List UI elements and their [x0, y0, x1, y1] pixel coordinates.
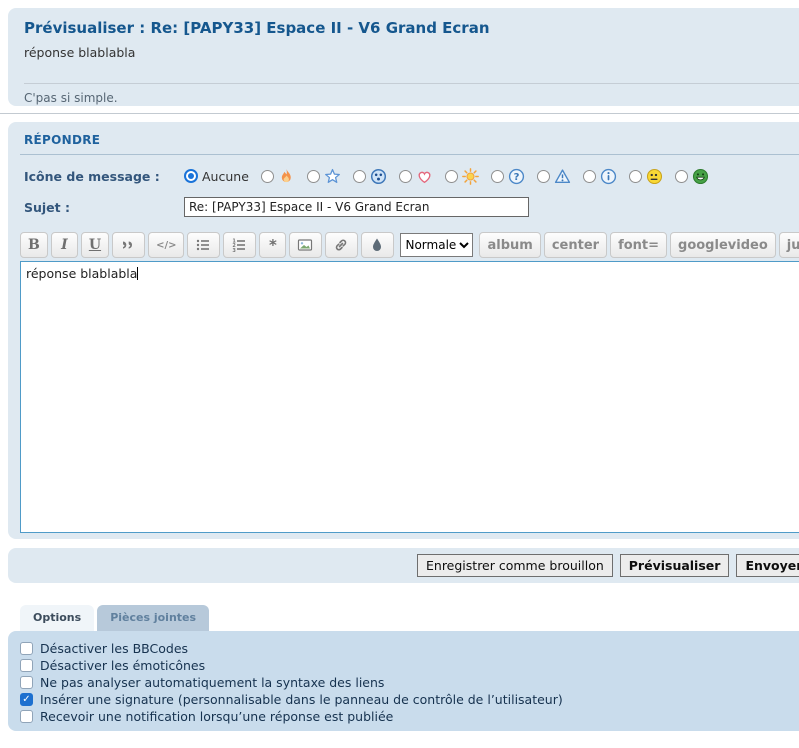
- ordered-list-button[interactable]: 123: [223, 232, 256, 258]
- option-notify-reply[interactable]: Recevoir une notification lorsqu’une rép…: [20, 708, 799, 725]
- bullet-list-icon: [195, 237, 212, 254]
- font-color-button[interactable]: [361, 232, 394, 258]
- reply-form-panel: RÉPONDRE Icône de message : Aucune: [8, 122, 799, 539]
- list-item-button[interactable]: *: [259, 232, 286, 258]
- radio-icon-question[interactable]: ?: [491, 168, 525, 185]
- subject-row: Sujet :: [20, 197, 799, 217]
- preview-panel: Prévisualiser : Re: [PAPY33] Espace II -…: [8, 8, 799, 106]
- radio-icon-info[interactable]: [583, 168, 617, 185]
- italic-button[interactable]: I: [51, 232, 78, 258]
- option-disable-bbcodes[interactable]: Désactiver les BBCodes: [20, 640, 799, 657]
- options-tabs: Options Pièces jointes: [20, 605, 799, 631]
- idea-bulb-icon: [462, 168, 479, 185]
- font-size-select[interactable]: Normale: [400, 233, 473, 257]
- link-icon: [333, 237, 350, 254]
- forum-reply-page: Prévisualiser : Re: [PAPY33] Espace II -…: [0, 8, 799, 731]
- radio-none-label: Aucune: [202, 169, 249, 184]
- bullet-list-button[interactable]: [187, 232, 220, 258]
- radio-icon-star[interactable]: [307, 168, 341, 185]
- green-grin-icon: [692, 168, 709, 185]
- checkbox[interactable]: [20, 710, 33, 723]
- underline-button[interactable]: U: [81, 232, 109, 258]
- message-icon-label: Icône de message :: [24, 169, 184, 184]
- heart-icon: [416, 168, 433, 185]
- checkbox[interactable]: [20, 642, 33, 655]
- subject-input[interactable]: [184, 197, 529, 217]
- googlevideo-bbcode-button[interactable]: googlevideo: [670, 232, 776, 258]
- message-icon-row: Icône de message : Aucune: [20, 166, 799, 186]
- radio-icon-green-grin[interactable]: [675, 168, 709, 185]
- ordered-list-icon: 123: [231, 237, 248, 254]
- insert-link-button[interactable]: [325, 232, 358, 258]
- tab-options[interactable]: Options: [20, 605, 94, 631]
- shocked-face-icon: [370, 168, 387, 185]
- message-icon-radios: Aucune: [184, 168, 709, 185]
- text-caret: [137, 267, 138, 280]
- actions-panel: Enregistrer comme brouillon Prévisualise…: [8, 548, 799, 583]
- radio-icon-none[interactable]: Aucune: [184, 169, 249, 184]
- message-editor[interactable]: réponse blablabla: [20, 261, 799, 533]
- info-icon: [600, 168, 617, 185]
- image-icon: [297, 237, 314, 254]
- preview-button[interactable]: Prévisualiser: [620, 554, 730, 577]
- fire-icon: [278, 168, 295, 185]
- options-panel: Désactiver les BBCodes Désactiver les ém…: [8, 631, 799, 731]
- option-no-url-parse[interactable]: Ne pas analyser automatiquement la synta…: [20, 674, 799, 691]
- radio-icon-idea[interactable]: [445, 168, 479, 185]
- save-draft-button[interactable]: Enregistrer comme brouillon: [417, 554, 613, 577]
- center-bbcode-button[interactable]: center: [544, 232, 607, 258]
- preview-post-body: réponse blablabla: [24, 45, 799, 60]
- star-icon: [324, 168, 341, 185]
- bold-button[interactable]: B: [20, 232, 48, 258]
- editor-text: réponse blablabla: [26, 266, 137, 281]
- tab-attachments[interactable]: Pièces jointes: [97, 605, 209, 631]
- checkbox[interactable]: [20, 676, 33, 689]
- option-disable-smilies[interactable]: Désactiver les émoticônes: [20, 657, 799, 674]
- reply-section-header: RÉPONDRE: [20, 131, 799, 155]
- subject-label: Sujet :: [24, 200, 184, 215]
- quote-icon: [120, 237, 137, 254]
- svg-text:3: 3: [233, 247, 237, 252]
- warning-triangle-icon: [554, 168, 571, 185]
- actions-group: Enregistrer comme brouillon Prévisualise…: [417, 554, 799, 577]
- album-bbcode-button[interactable]: album: [479, 232, 540, 258]
- yellow-smiley-icon: [646, 168, 663, 185]
- radio-selected[interactable]: [184, 169, 198, 183]
- quote-button[interactable]: [112, 232, 145, 258]
- radio-icon-shocked[interactable]: [353, 168, 387, 185]
- preview-title: Prévisualiser : Re: [PAPY33] Espace II -…: [24, 20, 799, 36]
- bbcode-toolbar: B I U </> 123 * Normale album center fon…: [20, 232, 799, 258]
- svg-text:?: ?: [513, 172, 519, 183]
- justify-bbcode-button[interactable]: justify: [779, 232, 799, 258]
- font-bbcode-button[interactable]: font=: [610, 232, 667, 258]
- option-attach-signature[interactable]: Insérer une signature (personnalisable d…: [20, 691, 799, 708]
- code-button[interactable]: </>: [148, 232, 184, 258]
- checkbox[interactable]: [20, 693, 33, 706]
- signature-text: C'pas si simple.: [24, 83, 799, 105]
- radio-icon-warning[interactable]: [537, 168, 571, 185]
- checkbox[interactable]: [20, 659, 33, 672]
- radio-icon-yellow-smiley[interactable]: [629, 168, 663, 185]
- question-icon: ?: [508, 168, 525, 185]
- section-divider: [0, 113, 799, 114]
- insert-image-button[interactable]: [289, 232, 322, 258]
- radio-icon-fire[interactable]: [261, 168, 295, 185]
- radio-icon-heart[interactable]: [399, 168, 433, 185]
- color-droplet-icon: [369, 237, 386, 254]
- submit-button[interactable]: Envoyer: [736, 554, 799, 577]
